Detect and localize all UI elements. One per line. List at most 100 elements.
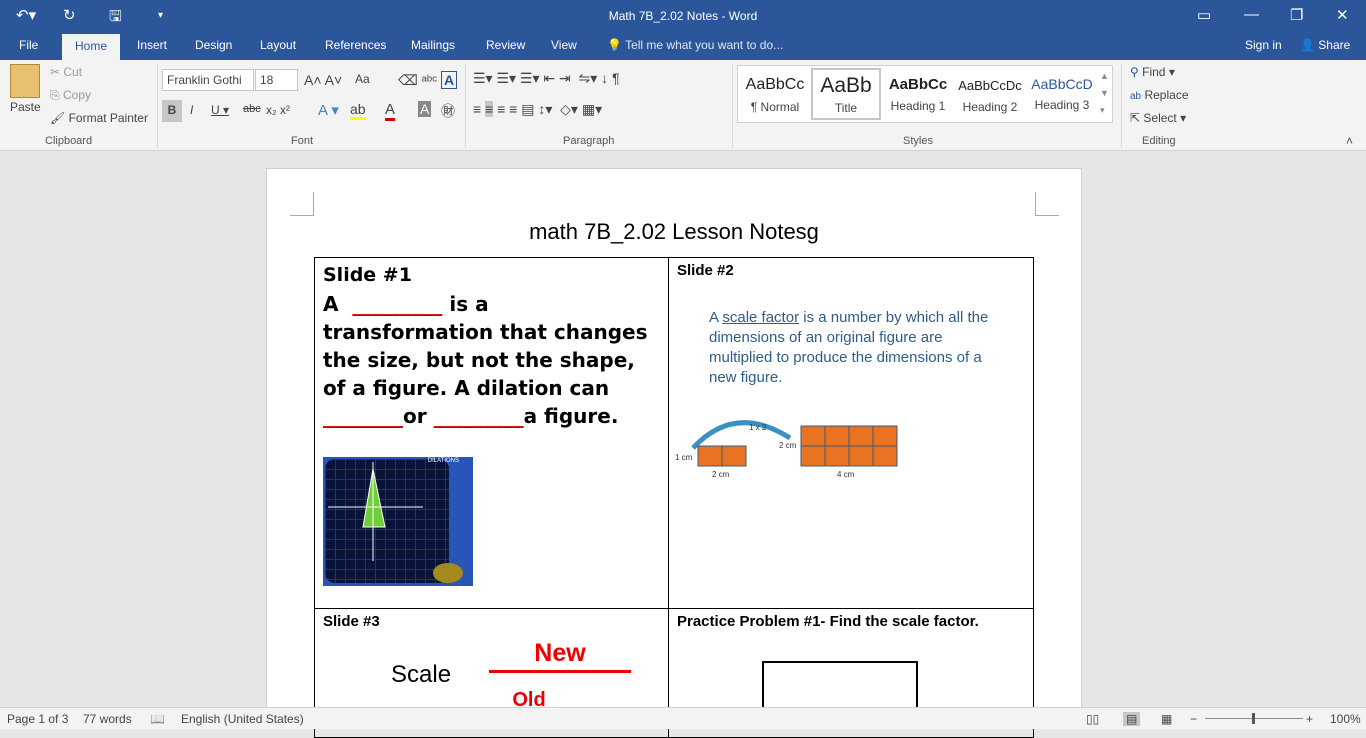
styles-group-label: Styles (903, 135, 933, 147)
zoom-slider[interactable] (1205, 713, 1303, 724)
slide1-cell[interactable]: Slide #1 A _________ is a transformation… (314, 257, 669, 609)
style-preview: AaBbCcD (1031, 76, 1093, 92)
clear-formatting-icon[interactable]: ⌫ ᵃᵇᶜ A (398, 71, 458, 89)
tab-review[interactable]: Review (486, 38, 525, 52)
close-icon[interactable]: ✕ (1336, 6, 1349, 24)
style-name: Title (834, 101, 858, 115)
strikethrough-button[interactable]: abc (243, 103, 261, 115)
slide2-heading: Slide #2 (677, 262, 734, 279)
lightbulb-icon: 💡 (607, 38, 622, 52)
replace-icon: ab (1130, 91, 1142, 102)
proofing-icon[interactable]: 📖 (150, 712, 165, 726)
editing-group-label: Editing (1142, 135, 1176, 147)
slide1-text: A _________ is a transformation that cha… (323, 292, 648, 428)
practice-heading: Practice Problem #1- Find the scale fact… (677, 613, 979, 630)
tell-me-input[interactable]: 💡 Tell me what you want to do... (607, 38, 783, 52)
replace-label: Replace (1144, 88, 1189, 102)
style-title[interactable]: AaBb Title (811, 68, 881, 120)
font-color-icon[interactable]: A (385, 101, 396, 121)
zoom-level[interactable]: 100% (1330, 712, 1361, 726)
style-name: Heading 2 (962, 100, 1018, 114)
paste-button[interactable]: Paste (10, 100, 41, 114)
document-title[interactable]: math 7B_2.02 Lesson Notesg (267, 219, 1081, 245)
big-height-label: 2 cm (779, 441, 797, 450)
window-title: Math 7B_2.02 Notes - Word (608, 9, 758, 23)
tab-layout[interactable]: Layout (260, 38, 296, 52)
word-count[interactable]: 77 words (83, 712, 132, 726)
cut-button[interactable]: ✂ Cut (50, 65, 82, 79)
status-bar: Page 1 of 3 77 words 📖 English (United S… (0, 707, 1366, 729)
person-icon: 👤 (1300, 38, 1315, 52)
collapse-ribbon-icon[interactable]: ˄ (1346, 134, 1353, 148)
format-painter-button[interactable]: 🖌 Format Painter (50, 111, 148, 125)
bullets-icon[interactable]: ☰▾ ☰▾ ☰▾ ⇤ ⇥ ⇋▾ ↓ ¶ (473, 70, 620, 87)
align-icons[interactable]: ≡ ≡ ≡ ≡ ▤ ↕▾ ◇▾ ▦▾ (473, 101, 602, 118)
italic-button[interactable]: I (190, 103, 193, 117)
font-size-select[interactable]: 18 (255, 69, 298, 91)
styles-gallery: AaBbCc ¶ Normal AaBb Title AaBbCc Heading 1… (737, 65, 1113, 123)
web-layout-icon[interactable]: ▦ (1161, 712, 1172, 726)
page-count[interactable]: Page 1 of 3 (7, 712, 68, 726)
enclose-icon[interactable]: ㊖ (441, 101, 455, 121)
bold-button[interactable]: B (162, 100, 182, 122)
minimize-icon[interactable]: — (1244, 6, 1259, 23)
restore-icon[interactable]: ❐ (1290, 6, 1303, 24)
small-height-label: 1 cm (675, 453, 693, 462)
crop-mark (1035, 192, 1059, 216)
copy-label: Copy (62, 88, 91, 102)
change-case-button[interactable]: Aa (355, 72, 370, 86)
scale-text: Scale (391, 661, 452, 688)
new-text: New (489, 639, 631, 673)
select-button[interactable]: ⇱ Select ▾ (1130, 111, 1186, 125)
zoom-out-button[interactable]: − (1190, 712, 1197, 726)
tab-design[interactable]: Design (195, 38, 232, 52)
select-label: Select (1143, 111, 1177, 125)
subscript-button[interactable]: x₂ x² (266, 103, 290, 117)
read-mode-icon[interactable]: ▯▯ (1086, 712, 1099, 726)
zoom-slider-thumb[interactable] (1252, 713, 1255, 724)
crop-mark (290, 192, 314, 216)
print-layout-icon[interactable]: ▤ (1123, 712, 1141, 726)
tab-insert[interactable]: Insert (137, 38, 167, 52)
styles-scroll[interactable]: ▲ ▼ ▾ (1100, 68, 1109, 119)
slide1-heading: Slide #1 (323, 264, 412, 286)
small-width-label: 2 cm (712, 470, 730, 479)
style-normal[interactable]: AaBbCc ¶ Normal (740, 68, 810, 120)
paste-icon[interactable] (10, 64, 40, 98)
style-heading-2[interactable]: AaBbCcDc Heading 2 (955, 68, 1025, 120)
font-name-select[interactable]: Franklin Gothi (162, 69, 254, 91)
highlight-icon[interactable]: ab (350, 101, 366, 120)
language[interactable]: English (United States) (181, 712, 304, 726)
ribbon-display-icon[interactable]: ▭ (1197, 6, 1211, 24)
find-button[interactable]: ⚲ Find ▾ (1130, 65, 1175, 79)
tab-view[interactable]: View (551, 38, 577, 52)
clipboard-group-label: Clipboard (45, 135, 93, 147)
text-effects-icon[interactable]: A ▾ (318, 101, 339, 119)
style-heading-1[interactable]: AaBbCc Heading 1 (883, 68, 953, 120)
slide2-cell[interactable]: Slide #2 A scale factor is a number by w… (668, 257, 1034, 609)
style-heading-3[interactable]: AaBbCcD Heading 3 (1027, 68, 1097, 120)
format-painter-label: Format Painter (68, 111, 148, 125)
shading-icon[interactable]: A (418, 101, 432, 117)
document-page[interactable]: math 7B_2.02 Lesson Notesg Slide #1 A __… (266, 168, 1082, 738)
style-preview: AaBbCc (745, 76, 805, 93)
zoom-in-button[interactable]: + (1306, 712, 1313, 726)
tab-file[interactable]: File (19, 38, 38, 52)
font-group-label: Font (291, 135, 314, 147)
tab-references[interactable]: References (325, 38, 386, 52)
grow-font-icon[interactable]: A˄ A˅ (304, 72, 342, 88)
tab-home[interactable]: Home (62, 34, 121, 60)
paragraph-group-label: Paragraph (563, 135, 615, 147)
style-name: ¶ Normal (750, 100, 800, 114)
tab-mailings[interactable]: Mailings (411, 38, 455, 52)
copy-button[interactable]: ⎘ Copy (50, 88, 91, 103)
replace-button[interactable]: ab Replace (1130, 88, 1189, 102)
mult-label: 1 x 2 (749, 423, 767, 432)
cursor-icon: ⇱ (1130, 111, 1141, 125)
ribbon-tabs: File Home Insert Design Layout Reference… (0, 32, 1366, 60)
sign-in-link[interactable]: Sign in (1245, 38, 1282, 52)
style-name: Heading 3 (1034, 98, 1090, 112)
share-button[interactable]: 👤 Share (1300, 38, 1350, 52)
ribbon: Paste ✂ Cut ⎘ Copy 🖌 Format Painter Clip… (0, 60, 1366, 151)
underline-button[interactable]: U ▾ (211, 103, 229, 117)
